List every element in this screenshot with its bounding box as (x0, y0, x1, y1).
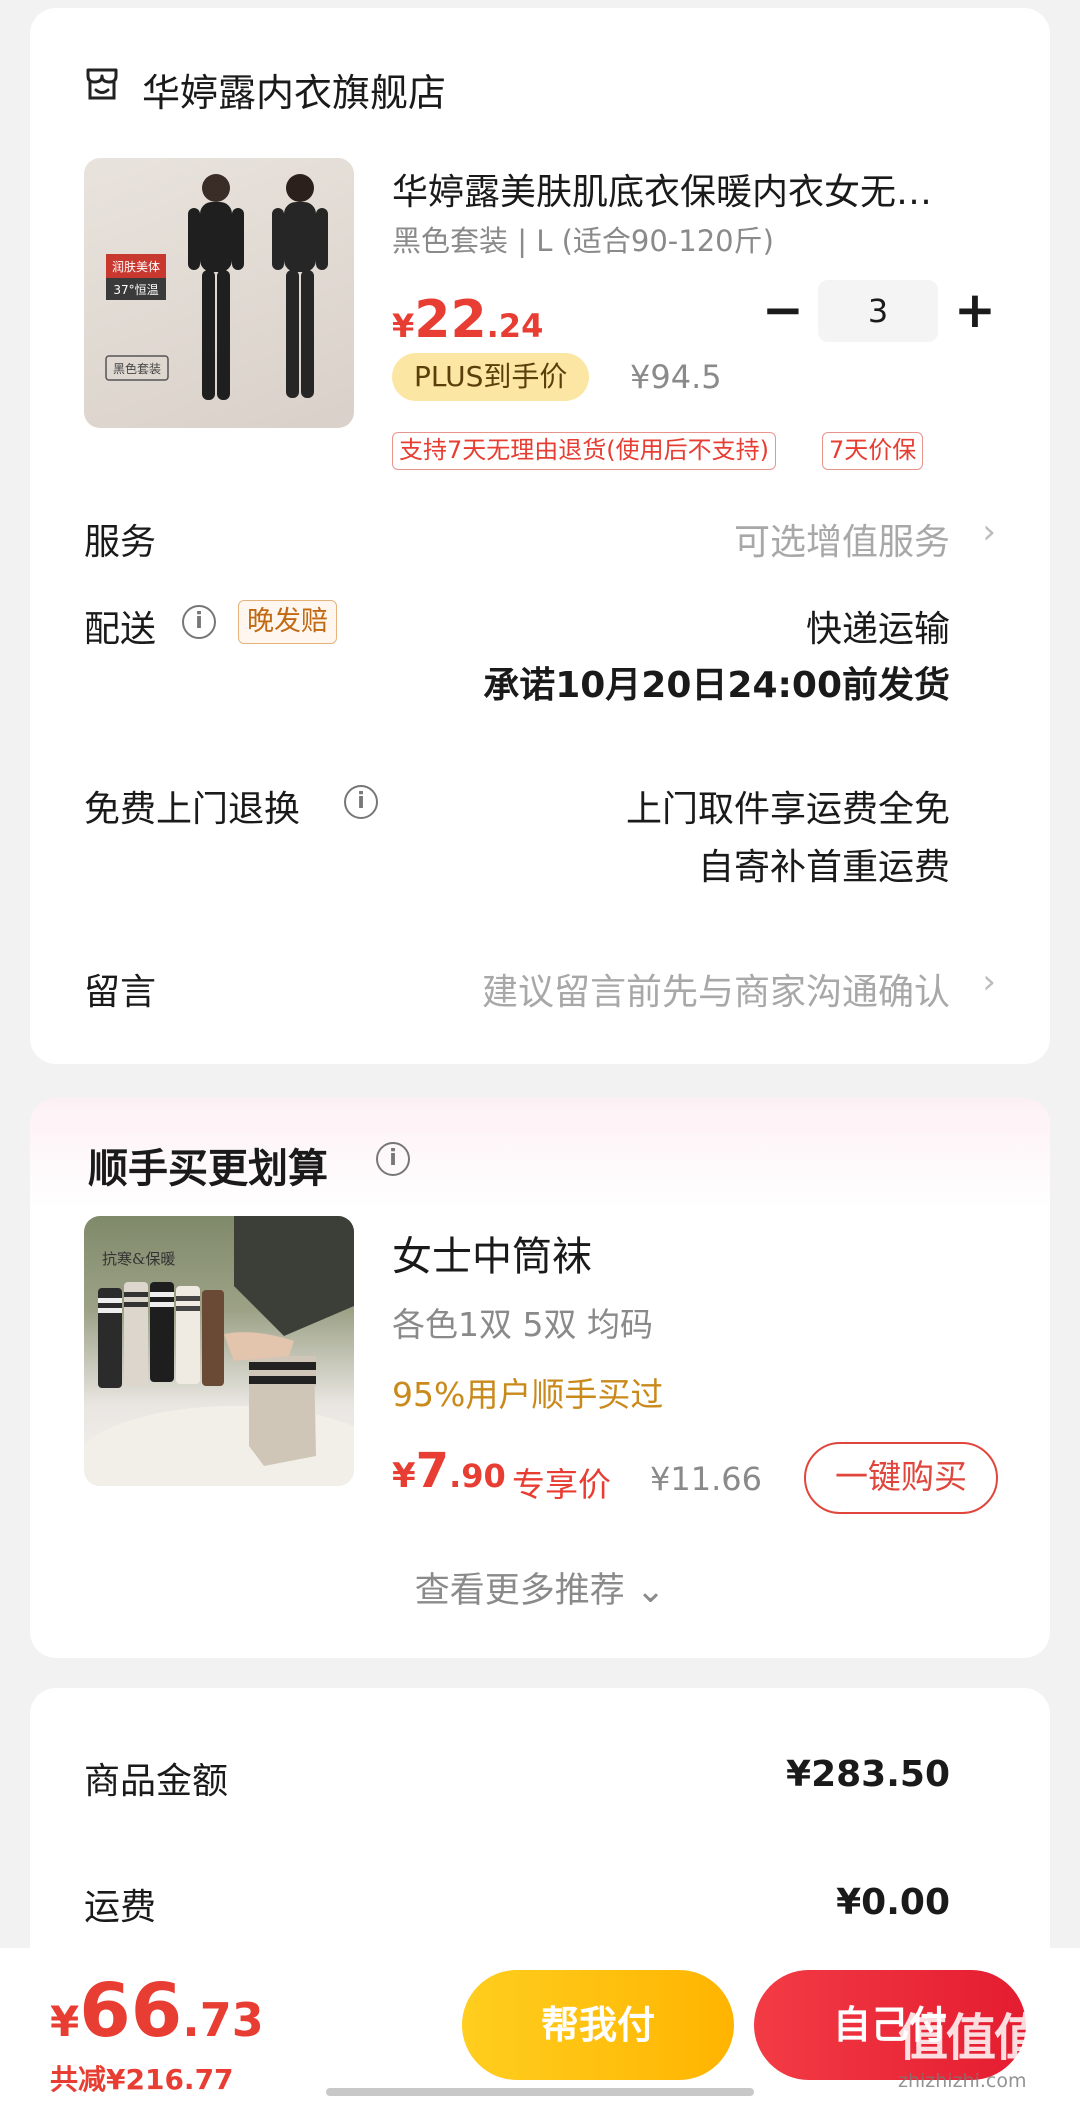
price-symbol: ¥ (392, 307, 415, 345)
delivery-method: 快递运输 (805, 609, 950, 650)
socks-image[interactable]: 抗寒&保暖 (84, 1216, 354, 1486)
goods-amount-value: ¥283.50 (786, 1754, 950, 1795)
store-icon (86, 68, 118, 100)
store-name[interactable]: 华婷露内衣旗舰店 (142, 62, 446, 117)
home-indicator[interactable] (326, 2088, 754, 2096)
free-return-label: 免费上门退换 (84, 789, 301, 830)
total-saved[interactable]: 共减¥216.77 (50, 2058, 234, 2098)
plus-price-tag: PLUS到手价 (392, 353, 590, 401)
price-integer: 22 (414, 290, 487, 350)
service-value[interactable]: 可选增值服务 (734, 513, 950, 565)
product-price: ¥22.24 (392, 290, 543, 350)
quantity-minus-button[interactable]: − (758, 285, 808, 338)
addon-card: 顺手买更划算 i 抗寒&保暖 女士中筒袜 各色1双 5双 均码 95%用户顺手买… (30, 1098, 1050, 1658)
service-chevron-icon[interactable]: › (982, 512, 996, 552)
socks-popularity: 95%用户顺手买过 (392, 1375, 664, 1414)
watermark-url: zhizhizhi.com (898, 2070, 1027, 2092)
order-card: 华婷露内衣旗舰店 润肤美体 37°恒温 黑色套装 华婷露美肤肌底衣保暖内衣女无…… (30, 8, 1050, 1064)
more-recommendations-link[interactable]: 查看更多推荐 ⌄ (30, 1562, 1050, 1613)
product-image[interactable]: 润肤美体 37°恒温 黑色套装 (84, 158, 354, 428)
socks-photo: 抗寒&保暖 (84, 1216, 354, 1486)
socks-spec: 各色1双 5双 均码 (392, 1305, 653, 1344)
socks-price: ¥7.90 (392, 1443, 506, 1499)
free-return-value-2: 自寄补首重运费 (697, 847, 950, 888)
help-pay-button[interactable]: 帮我付 (462, 1970, 734, 2080)
watermark-logo: 值值值 (898, 2009, 1044, 2067)
free-return-info-icon[interactable]: i (344, 785, 378, 819)
total-symbol: ¥ (50, 1997, 80, 2046)
socks-name[interactable]: 女士中筒袜 (392, 1224, 592, 1282)
price-decimal: .24 (486, 307, 544, 345)
checkout-bar: ¥66.73 共减¥216.77 帮我付 自己付 值值值 zhizhizhi.c… (0, 1948, 1080, 2101)
quantity-input[interactable]: 3 (818, 280, 938, 342)
total-price: ¥66.73 (50, 1968, 264, 2054)
product-photo: 润肤美体 37°恒温 黑色套装 (105, 174, 328, 400)
product-title[interactable]: 华婷露美肤肌底衣保暖内衣女无… (392, 163, 992, 215)
message-label: 留言 (84, 972, 157, 1013)
delivery-promise: 承诺10月20日24:00前发货 (483, 665, 950, 706)
shipping-label: 运费 (84, 1887, 157, 1928)
message-input[interactable]: 建议留言前先与商家沟通确认 (482, 963, 950, 1015)
socks-price-label: 专享价 (512, 1465, 611, 1504)
total-decimal: .73 (182, 1993, 264, 2047)
image-badge-1: 润肤美体 (112, 259, 160, 274)
product-spec[interactable]: 黑色套装 | L (适合90-120斤) (392, 218, 774, 260)
socks-price-symbol: ¥ (392, 1456, 416, 1496)
return-policy-tag: 支持7天无理由退货(使用后不支持) (392, 432, 776, 470)
delivery-label: 配送 (84, 609, 157, 650)
one-click-buy-button[interactable]: 一键购买 (804, 1442, 998, 1514)
shipping-value: ¥0.00 (836, 1882, 950, 1923)
delivery-info-icon[interactable]: i (182, 605, 216, 639)
free-return-value-1: 上门取件享运费全免 (625, 789, 950, 830)
addon-info-icon[interactable]: i (376, 1142, 410, 1176)
quantity-plus-button[interactable]: + (950, 285, 1000, 338)
socks-price-integer: 7 (415, 1443, 450, 1499)
plus-price: ¥94.5 (630, 358, 722, 396)
late-delivery-tag: 晚发赔 (238, 600, 337, 644)
total-integer: 66 (79, 1968, 183, 2054)
socks-price-decimal: .90 (449, 1457, 506, 1495)
service-label: 服务 (84, 522, 157, 563)
message-chevron-icon[interactable]: › (982, 962, 996, 1002)
socks-original-price: ¥11.66 (650, 1460, 762, 1498)
socks-image-text: 抗寒&保暖 (102, 1250, 175, 1268)
addon-title: 顺手买更划算 (88, 1146, 328, 1192)
goods-amount-label: 商品金额 (84, 1761, 229, 1802)
image-badge-2: 37°恒温 (113, 283, 158, 297)
image-badge-3: 黑色套装 (113, 362, 161, 376)
price-protection-tag: 7天价保 (822, 432, 924, 470)
